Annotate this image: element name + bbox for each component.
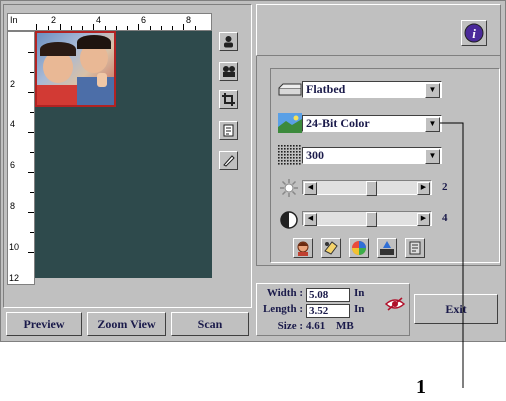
callout-number: 1	[416, 376, 426, 398]
callout-line	[440, 122, 464, 388]
